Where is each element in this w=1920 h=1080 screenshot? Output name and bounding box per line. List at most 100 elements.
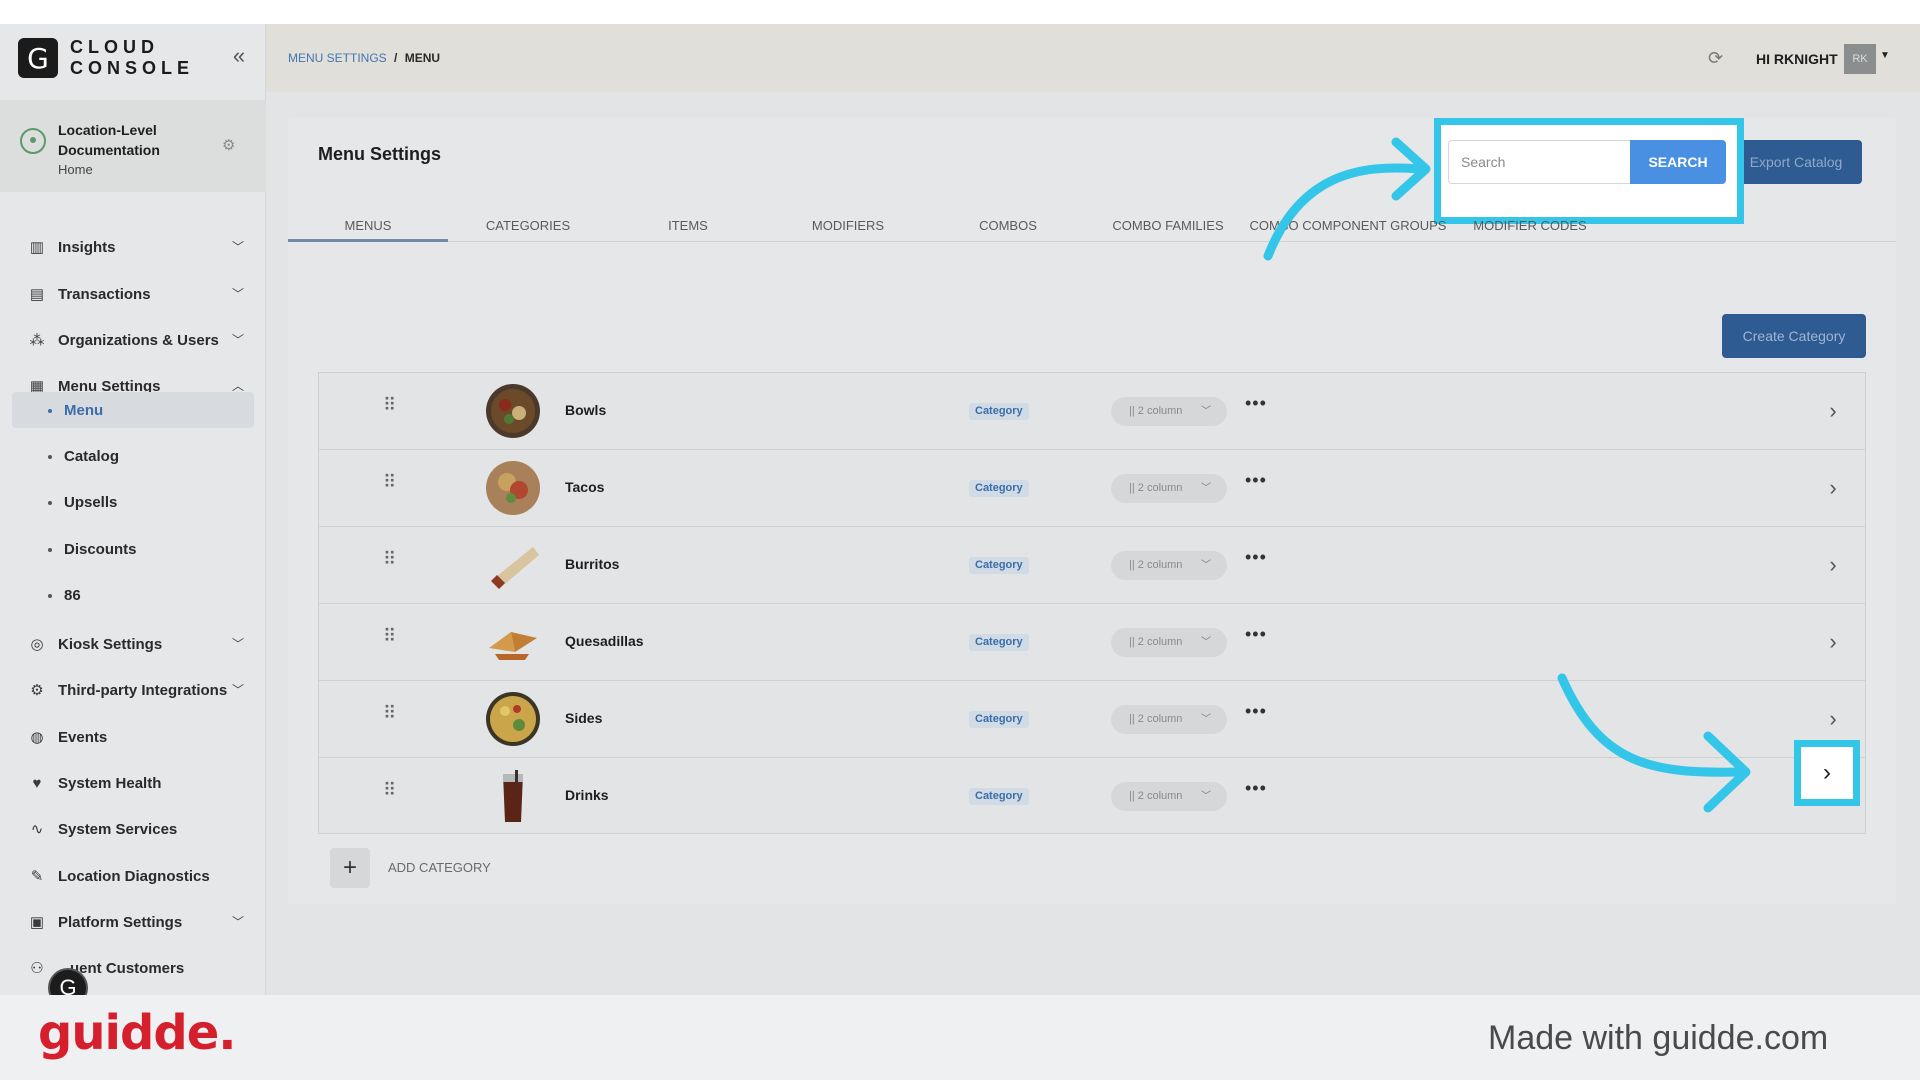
bullet-icon xyxy=(48,593,52,598)
export-catalog-button[interactable]: Export Catalog xyxy=(1730,140,1862,184)
sidebar-item-label: Kiosk Settings xyxy=(58,635,163,653)
sidebar-item-events[interactable]: ◍ Events xyxy=(28,722,244,752)
layout-select-value: || 2 column xyxy=(1129,790,1183,802)
layout-select[interactable]: || 2 column ﹀ xyxy=(1111,551,1227,580)
tab-combos[interactable]: COMBOS xyxy=(928,218,1088,242)
more-options-icon[interactable]: ••• xyxy=(1245,701,1267,722)
more-options-icon[interactable]: ••• xyxy=(1245,470,1267,491)
sidebar-item-label: Organizations & Users xyxy=(58,331,219,349)
submenu-item-discounts[interactable]: Discounts xyxy=(48,541,137,558)
breadcrumb-link-menu-settings[interactable]: MENU SETTINGS xyxy=(288,51,387,65)
chevron-right-icon[interactable]: › xyxy=(1821,397,1845,425)
layout-select[interactable]: || 2 column ﹀ xyxy=(1111,782,1227,811)
more-options-icon[interactable]: ••• xyxy=(1245,393,1267,414)
chevron-down-icon: ﹀ xyxy=(1201,560,1211,571)
submenu-item-label: Menu xyxy=(64,402,104,419)
chevron-down-icon: ﹀ xyxy=(1201,714,1211,725)
layout-select[interactable]: || 2 column ﹀ xyxy=(1111,705,1227,734)
table-row[interactable]: ⠿ Quesadillas Category || 2 column ﹀ ••• … xyxy=(319,604,1865,681)
add-category-button[interactable]: + xyxy=(330,848,370,888)
category-name[interactable]: Bowls xyxy=(565,402,606,418)
collapse-sidebar-icon[interactable]: « xyxy=(228,45,250,68)
user-greeting[interactable]: HI RKNIGHT xyxy=(1756,51,1838,67)
drinks-thumbnail xyxy=(485,768,541,824)
layout-select[interactable]: || 2 column ﹀ xyxy=(1111,397,1227,426)
heart-icon: ♥ xyxy=(32,774,42,792)
sidebar-item-label: Transactions xyxy=(58,285,151,303)
tab-modifier-codes[interactable]: MODIFIER CODES xyxy=(1448,218,1612,242)
chevron-down-icon: ﹀ xyxy=(231,333,244,347)
sidebar-item-insights[interactable]: ▥ Insights ﹀ xyxy=(28,232,244,262)
submenu-item-upsells[interactable]: Upsells xyxy=(48,494,117,511)
submenu-item-catalog[interactable]: Catalog xyxy=(48,448,119,465)
sidebar-item-label: Location Diagnostics xyxy=(58,867,210,885)
search-button[interactable]: SEARCH xyxy=(1630,140,1726,184)
sidebar-item-label: System Health xyxy=(58,774,162,792)
avatar[interactable]: RK xyxy=(1844,44,1876,74)
search-input[interactable]: Search xyxy=(1448,140,1630,184)
active-tab-indicator xyxy=(288,239,448,242)
create-category-button[interactable]: Create Category xyxy=(1722,314,1866,358)
chevron-right-icon[interactable]: › xyxy=(1821,551,1845,579)
more-options-icon[interactable]: ••• xyxy=(1245,778,1267,799)
category-name[interactable]: Sides xyxy=(565,710,602,726)
sidebar-item-organizations[interactable]: ⁂ Organizations & Users ﹀ xyxy=(28,325,245,355)
tab-combo-families[interactable]: COMBO FAMILIES xyxy=(1088,218,1248,242)
submenu-item-menu[interactable]: Menu xyxy=(48,402,103,419)
category-name[interactable]: Drinks xyxy=(565,787,609,803)
chevron-right-icon[interactable]: › xyxy=(1821,474,1845,502)
tab-modifiers[interactable]: MODIFIERS xyxy=(768,218,928,242)
sidebar-item-label: Third-party Integrations xyxy=(58,681,228,699)
submenu-item-86[interactable]: 86 xyxy=(48,587,81,604)
bullet-icon xyxy=(48,547,52,552)
table-row[interactable]: ⠿ Tacos Category || 2 column ﹀ ••• › xyxy=(319,450,1865,527)
page-title: Menu Settings xyxy=(318,144,442,164)
bullet-icon xyxy=(48,454,52,459)
tab-items[interactable]: ITEMS xyxy=(608,218,768,242)
table-row[interactable]: ⠿ Bowls Category || 2 column ﹀ ••• › xyxy=(319,373,1865,450)
drag-handle-icon[interactable]: ⠿ xyxy=(383,473,396,498)
refresh-icon[interactable]: ⟳ xyxy=(1708,48,1723,69)
logo[interactable]: G CLOUD CONSOLE xyxy=(0,24,265,92)
sidebar-item-system-services[interactable]: ∿ System Services xyxy=(28,814,244,844)
sides-thumbnail xyxy=(486,692,540,746)
add-category-label[interactable]: ADD CATEGORY xyxy=(388,860,491,875)
location-selector[interactable]: Location-Level Documentation Home ⚙ xyxy=(0,100,266,192)
category-name[interactable]: Burritos xyxy=(565,556,619,572)
drag-handle-icon[interactable]: ⠿ xyxy=(383,704,396,729)
drag-handle-icon[interactable]: ⠿ xyxy=(383,781,396,806)
layout-select[interactable]: || 2 column ﹀ xyxy=(1111,628,1227,657)
category-name[interactable]: Quesadillas xyxy=(565,633,644,649)
tab-bar: MENUS CATEGORIES ITEMS MODIFIERS COMBOS … xyxy=(288,218,1896,242)
more-options-icon[interactable]: ••• xyxy=(1245,547,1267,568)
tab-categories[interactable]: CATEGORIES xyxy=(448,218,608,242)
sidebar-item-platform-settings[interactable]: ▣ Platform Settings ﹀ xyxy=(28,907,244,937)
submenu-item-label: Catalog xyxy=(64,448,120,465)
table-row[interactable]: ⠿ Burritos Category || 2 column ﹀ ••• › xyxy=(319,527,1865,604)
more-options-icon[interactable]: ••• xyxy=(1245,624,1267,645)
chevron-right-icon[interactable]: › xyxy=(1821,705,1845,733)
layout-select[interactable]: || 2 column ﹀ xyxy=(1111,474,1227,503)
sidebar-item-third-party[interactable]: ⚙ Third-party Integrations ﹀ xyxy=(28,675,244,705)
tab-combo-component-groups[interactable]: COMBO COMPONENT GROUPS xyxy=(1246,218,1450,242)
sidebar-item-system-health[interactable]: ♥ System Health xyxy=(28,768,244,798)
location-settings-icon[interactable]: ⚙ xyxy=(222,136,235,154)
sidebar-item-transactions[interactable]: ▤ Transactions ﹀ xyxy=(28,279,244,309)
sidebar-item-label: Platform Settings xyxy=(58,913,183,931)
chevron-right-icon[interactable]: › xyxy=(1794,740,1860,806)
topbar: MENU SETTINGS / MENU ⟳ HI RKNIGHT RK ▼ xyxy=(266,24,1920,92)
drag-handle-icon[interactable]: ⠿ xyxy=(383,396,396,421)
quesadillas-thumbnail xyxy=(485,614,541,670)
tacos-thumbnail xyxy=(486,461,540,515)
table-row[interactable]: ⠿ Drinks Category || 2 column ﹀ ••• xyxy=(319,758,1865,835)
doc-icon: ▣ xyxy=(29,914,45,931)
table-row[interactable]: ⠿ Sides Category || 2 column ﹀ ••• › xyxy=(319,681,1865,758)
category-name[interactable]: Tacos xyxy=(565,479,604,495)
sidebar-item-location-diagnostics[interactable]: ✎ Location Diagnostics xyxy=(28,861,244,891)
drag-handle-icon[interactable]: ⠿ xyxy=(383,627,396,652)
sidebar-item-kiosk-settings[interactable]: ◎ Kiosk Settings ﹀ xyxy=(28,629,244,659)
drag-handle-icon[interactable]: ⠿ xyxy=(383,550,396,575)
chevron-right-icon[interactable]: › xyxy=(1821,628,1845,656)
category-badge: Category xyxy=(969,480,1029,497)
caret-down-icon[interactable]: ▼ xyxy=(1880,50,1890,61)
